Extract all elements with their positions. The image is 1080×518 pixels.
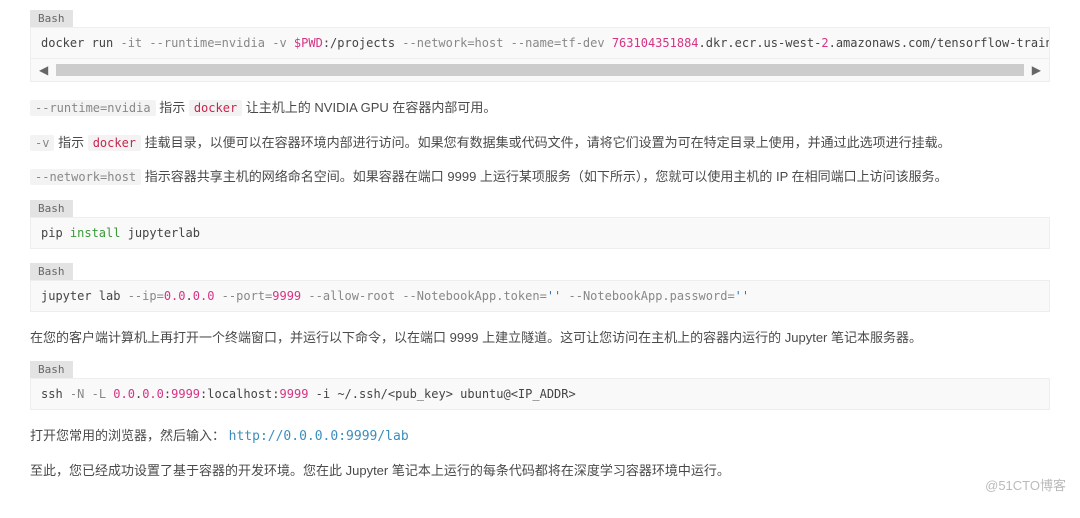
code-token: ''	[547, 289, 561, 303]
code-token: 0.0	[142, 387, 164, 401]
code-lang-tag: Bash	[30, 361, 73, 378]
paragraph-volume: -v 指示 docker 挂载目录，以便可以在容器环境内部进行访问。如果您有数据…	[30, 131, 1050, 156]
code-content[interactable]: pip install jupyterlab	[30, 217, 1050, 249]
code-block-docker-run: Bash docker run -it --runtime=nvidia -v …	[30, 10, 1050, 82]
code-token: 0.0	[164, 289, 186, 303]
text: 打开您常用的浏览器，然后输入：	[30, 428, 225, 443]
code-token: jupyterlab	[120, 226, 199, 240]
text: 挂载目录，以便可以在容器环境内部进行访问。如果您有数据集或代码文件，请将它们设置…	[141, 135, 951, 150]
code-token: install	[70, 226, 121, 240]
code-block-jupyter-lab: Bash jupyter lab --ip=0.0.0.0 --port=999…	[30, 263, 1050, 312]
paragraph-network: --network=host 指示容器共享主机的网络命名空间。如果容器在端口 9…	[30, 165, 1050, 190]
code-token: pip	[41, 226, 70, 240]
code-token: -v	[272, 36, 294, 50]
code-token: -L	[92, 387, 114, 401]
code-token: :/projects	[323, 36, 402, 50]
code-token: --name=tf-dev	[511, 36, 612, 50]
code-block-pip-install: Bash pip install jupyterlab	[30, 200, 1050, 249]
code-token: 0.0	[113, 387, 135, 401]
inline-code-docker: docker	[189, 100, 242, 116]
code-content[interactable]: docker run -it --runtime=nvidia -v $PWD:…	[30, 27, 1050, 59]
code-token: .amazonaws.com/tensorflow-training:	[829, 36, 1050, 50]
paragraph-runtime: --runtime=nvidia 指示 docker 让主机上的 NVIDIA …	[30, 96, 1050, 121]
scroll-left-icon[interactable]: ◀	[37, 63, 50, 77]
code-token: 763104351884	[612, 36, 699, 50]
code-token: --allow-root	[308, 289, 402, 303]
text: 指示	[156, 100, 189, 115]
code-token: ''	[735, 289, 749, 303]
code-token: $PWD	[294, 36, 323, 50]
scroll-right-icon[interactable]: ▶	[1030, 63, 1043, 77]
code-token: --port=	[222, 289, 273, 303]
flag-runtime: --runtime=nvidia	[30, 100, 156, 116]
code-token	[561, 289, 568, 303]
code-token: ssh	[41, 387, 70, 401]
code-token: 9999	[272, 289, 301, 303]
code-lang-tag: Bash	[30, 200, 73, 217]
paragraph-tunnel: 在您的客户端计算机上再打开一个终端窗口，并运行以下命令，以在端口 9999 上建…	[30, 326, 1050, 351]
scroll-track[interactable]	[56, 64, 1024, 76]
code-lang-tag: Bash	[30, 263, 73, 280]
jupyter-url-link[interactable]: http://0.0.0.0:9999/lab	[229, 429, 409, 444]
code-token: --runtime=nvidia	[149, 36, 272, 50]
code-token: -i ~/.ssh/<pub_key> ubuntu@<IP_ADDR>	[308, 387, 575, 401]
code-token: docker run	[41, 36, 120, 50]
code-token: 9999	[280, 387, 309, 401]
code-token: jupyter lab	[41, 289, 128, 303]
flag-volume: -v	[30, 135, 54, 151]
code-token	[214, 289, 221, 303]
code-token: :localhost:	[200, 387, 279, 401]
code-token: 0.0	[193, 289, 215, 303]
code-token: --ip=	[128, 289, 164, 303]
flag-network: --network=host	[30, 169, 141, 185]
code-content[interactable]: jupyter lab --ip=0.0.0.0 --port=9999 --a…	[30, 280, 1050, 312]
code-token: --NotebookApp.token=	[402, 289, 547, 303]
code-token: .	[186, 289, 193, 303]
code-token: --NotebookApp.password=	[569, 289, 735, 303]
paragraph-success: 至此，您已经成功设置了基于容器的开发环境。您在此 Jupyter 笔记本上运行的…	[30, 459, 1050, 484]
code-token: -N	[70, 387, 92, 401]
code-token: .dkr.ecr.us-west-	[699, 36, 822, 50]
text: 指示容器共享主机的网络命名空间。如果容器在端口 9999 上运行某项服务（如下所…	[141, 169, 948, 184]
inline-code-docker: docker	[88, 135, 141, 151]
code-lang-tag: Bash	[30, 10, 73, 27]
code-token: 2	[821, 36, 828, 50]
text: 指示	[54, 135, 87, 150]
code-content[interactable]: ssh -N -L 0.0.0.0:9999:localhost:9999 -i…	[30, 378, 1050, 410]
horizontal-scrollbar[interactable]: ◀ ▶	[30, 59, 1050, 82]
text: 让主机上的 NVIDIA GPU 在容器内部可用。	[242, 100, 496, 115]
code-block-ssh: Bash ssh -N -L 0.0.0.0:9999:localhost:99…	[30, 361, 1050, 410]
paragraph-browser: 打开您常用的浏览器，然后输入： http://0.0.0.0:9999/lab	[30, 424, 1050, 450]
code-token: --network=host	[402, 36, 510, 50]
code-token: 9999	[171, 387, 200, 401]
code-token: -it	[120, 36, 149, 50]
